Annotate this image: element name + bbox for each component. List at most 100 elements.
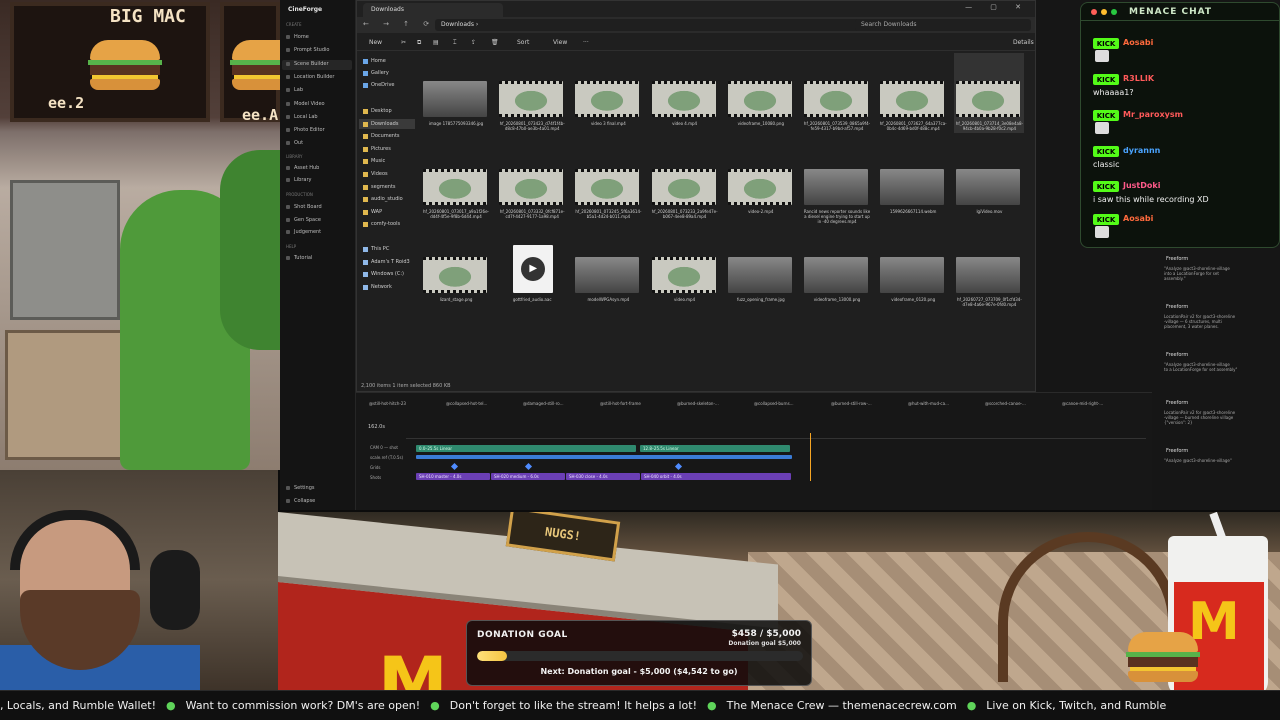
drive-icon: [363, 259, 368, 265]
sidebar-item[interactable]: comfy-tools: [371, 221, 400, 227]
file-item[interactable]: videoframe_0120.png: [878, 229, 948, 309]
chat-username[interactable]: JustDoki: [1123, 181, 1160, 190]
asset-chip[interactable]: @collapsed-burns...: [751, 397, 796, 409]
file-item[interactable]: lgiVideo.mov: [954, 141, 1024, 221]
asset-chip-label: @collapsed-hot-tel...: [446, 401, 488, 406]
sidebar-item[interactable]: Music: [371, 158, 385, 164]
keyframe-diamond-icon[interactable]: [524, 462, 533, 471]
asset-chip[interactable]: @canoe-mid-right-...: [1059, 397, 1106, 409]
chat-username[interactable]: Aosabi: [1123, 38, 1153, 47]
cut-icon[interactable]: ✂: [401, 39, 406, 46]
rename-icon[interactable]: ⌶: [453, 39, 457, 47]
copy-icon[interactable]: ⧉: [417, 39, 421, 47]
file-item[interactable]: videoframe_13000.png: [802, 229, 872, 309]
image-thumbnail: [880, 169, 945, 205]
asset-chip[interactable]: @damaged-still-ro...: [520, 397, 567, 409]
file-item[interactable]: hf_20260801_073332_0fcf871e-cd7f-4427-91…: [497, 141, 567, 221]
file-item[interactable]: hf_20260801_073017_a9a1f26e-dd4f-4f5e-9f…: [421, 141, 491, 221]
sidebar-item[interactable]: Home: [371, 58, 386, 64]
file-item[interactable]: video 4.mp4: [650, 53, 720, 133]
asset-chip[interactable]: @collapsed-hot-tel...: [443, 397, 490, 409]
nav-item[interactable]: [282, 254, 352, 264]
file-item[interactable]: modelWPGAsyn.mp4: [573, 229, 643, 309]
sidebar-item[interactable]: OneDrive: [371, 82, 395, 88]
camera-keyframe-bar[interactable]: 0.0–25.5s Linear: [416, 445, 636, 452]
asset-chip[interactable]: @still-hot-fort-frame: [597, 397, 644, 409]
video-thumbnail: [651, 169, 716, 205]
sidebar-item[interactable]: Gallery: [371, 70, 389, 76]
file-item[interactable]: video.mp4: [650, 229, 720, 309]
chat-username[interactable]: R3LLIK: [1123, 74, 1154, 83]
file-item[interactable]: video-2.mp4: [726, 141, 796, 221]
window-controls[interactable]: — ▢ ✕: [965, 3, 1029, 11]
file-item[interactable]: hf_20260801_073627_64a377ca-0b4c-4d69-bd…: [878, 53, 948, 133]
nav-item[interactable]: [282, 33, 352, 43]
file-item[interactable]: hf_20260801_073245_5f6a3614-b5a1-4d24-b0…: [573, 141, 643, 221]
file-item[interactable]: fuzz_opening_frame.jpg: [726, 229, 796, 309]
playhead[interactable]: [810, 433, 811, 481]
asset-chip[interactable]: @still-hot-hitch-23: [366, 397, 409, 409]
sidebar-item[interactable]: Windows (C:): [371, 271, 404, 277]
scale-track-bar[interactable]: [416, 455, 792, 459]
paste-icon[interactable]: ▤: [433, 39, 439, 46]
search-input[interactable]: Search Downloads: [855, 19, 1031, 31]
file-item[interactable]: hf_20260801_073714_3e08e4a8-94cb-4b0a-9b…: [954, 53, 1025, 133]
ticker-separator-icon: ●: [706, 699, 717, 712]
nav-item[interactable]: [282, 484, 352, 494]
delete-icon[interactable]: 🗑: [491, 39, 499, 46]
keyframe-diamond-icon[interactable]: [674, 462, 683, 471]
nav-item[interactable]: [282, 139, 352, 149]
asset-chip[interactable]: @burned-skeleton-...: [674, 397, 722, 409]
chat-username[interactable]: Aosabi: [1123, 214, 1153, 223]
nav-item[interactable]: [282, 176, 352, 186]
file-item[interactable]: ▶ gottfried_audio.aac: [497, 229, 567, 309]
file-item[interactable]: hf_20260801_073233_2a9fe47e-b067-4ee8-89…: [650, 141, 720, 221]
file-item[interactable]: videoframe_10080.png: [726, 53, 796, 133]
nav-item[interactable]: [282, 497, 352, 507]
camera-keyframe-bar[interactable]: 12.8–25.5s Linear: [640, 445, 790, 452]
sidebar-item[interactable]: audio_studio: [371, 196, 403, 202]
tab-downloads[interactable]: Downloads: [363, 3, 503, 17]
file-item[interactable]: hf_20260727_073709_0f1cfd34-d7e8-4a6e-96…: [954, 229, 1024, 309]
file-item[interactable]: hf_20260801_073423_d74f1f4b-d8c8-47b0-ae…: [497, 53, 567, 133]
sidebar-item[interactable]: This PC: [371, 246, 389, 252]
shot-clip[interactable]: SH-020 medium - 6.0s: [491, 473, 565, 480]
shot-clip[interactable]: SH-010 master - 4.0s: [416, 473, 490, 480]
asset-chip[interactable]: @hut-with-mud-ca...: [905, 397, 952, 409]
burger-icon: [230, 40, 280, 90]
view-button[interactable]: View: [553, 39, 567, 46]
sidebar-item[interactable]: WAP: [371, 209, 382, 215]
file-item[interactable]: 1599626667114.webm: [878, 141, 948, 221]
details-button[interactable]: Details: [1013, 39, 1034, 46]
more-button[interactable]: ···: [583, 39, 589, 46]
shot-clip[interactable]: SH-030 close - 4.0s: [566, 473, 640, 480]
share-icon[interactable]: ⇪: [471, 39, 476, 46]
address-bar-row: ← → ↑ ⟳ Downloads › Search Downloads: [357, 17, 1035, 33]
sidebar-item[interactable]: Desktop: [371, 108, 392, 114]
sidebar-item[interactable]: Documents: [371, 133, 400, 139]
file-item[interactable]: Rancid news reporter sounds like a diese…: [802, 141, 872, 224]
file-item[interactable]: hf_20260801_073539_0865a9f4-fe59-4317-b9…: [802, 53, 872, 133]
file-item[interactable]: image 1785775093346.jpg: [421, 53, 491, 133]
keyframe-diamond-icon[interactable]: [450, 462, 459, 471]
asset-chip[interactable]: @scorched-canoe-...: [982, 397, 1029, 409]
file-item[interactable]: lizard_stage.png: [421, 229, 491, 309]
menu-board-title: BIG MAC: [110, 6, 186, 27]
new-button[interactable]: New: [369, 39, 382, 46]
sidebar-item[interactable]: Videos: [371, 171, 388, 177]
asset-chip[interactable]: @burned-still-row-...: [828, 397, 875, 409]
nav-item[interactable]: [282, 86, 352, 96]
sidebar-item[interactable]: segments: [371, 184, 396, 190]
shot-clip[interactable]: SH-040 orbit - 4.0s: [641, 473, 791, 480]
nav-arrows[interactable]: ← → ↑ ⟳: [363, 20, 435, 28]
chat-username[interactable]: dyrannn: [1123, 146, 1160, 155]
sidebar-item[interactable]: Pictures: [371, 146, 391, 152]
sidebar-item[interactable]: Network: [371, 284, 392, 290]
sidebar-item[interactable]: Downloads: [371, 121, 398, 127]
sort-button[interactable]: Sort: [517, 39, 529, 46]
file-item[interactable]: video 3 final.mp4: [573, 53, 643, 133]
address-bar[interactable]: Downloads ›: [435, 19, 915, 31]
chat-username[interactable]: Mr_paroxysm: [1123, 110, 1183, 119]
kick-badge: KICK: [1093, 38, 1119, 49]
sidebar-item[interactable]: Adam's T Roid3: [371, 259, 410, 265]
